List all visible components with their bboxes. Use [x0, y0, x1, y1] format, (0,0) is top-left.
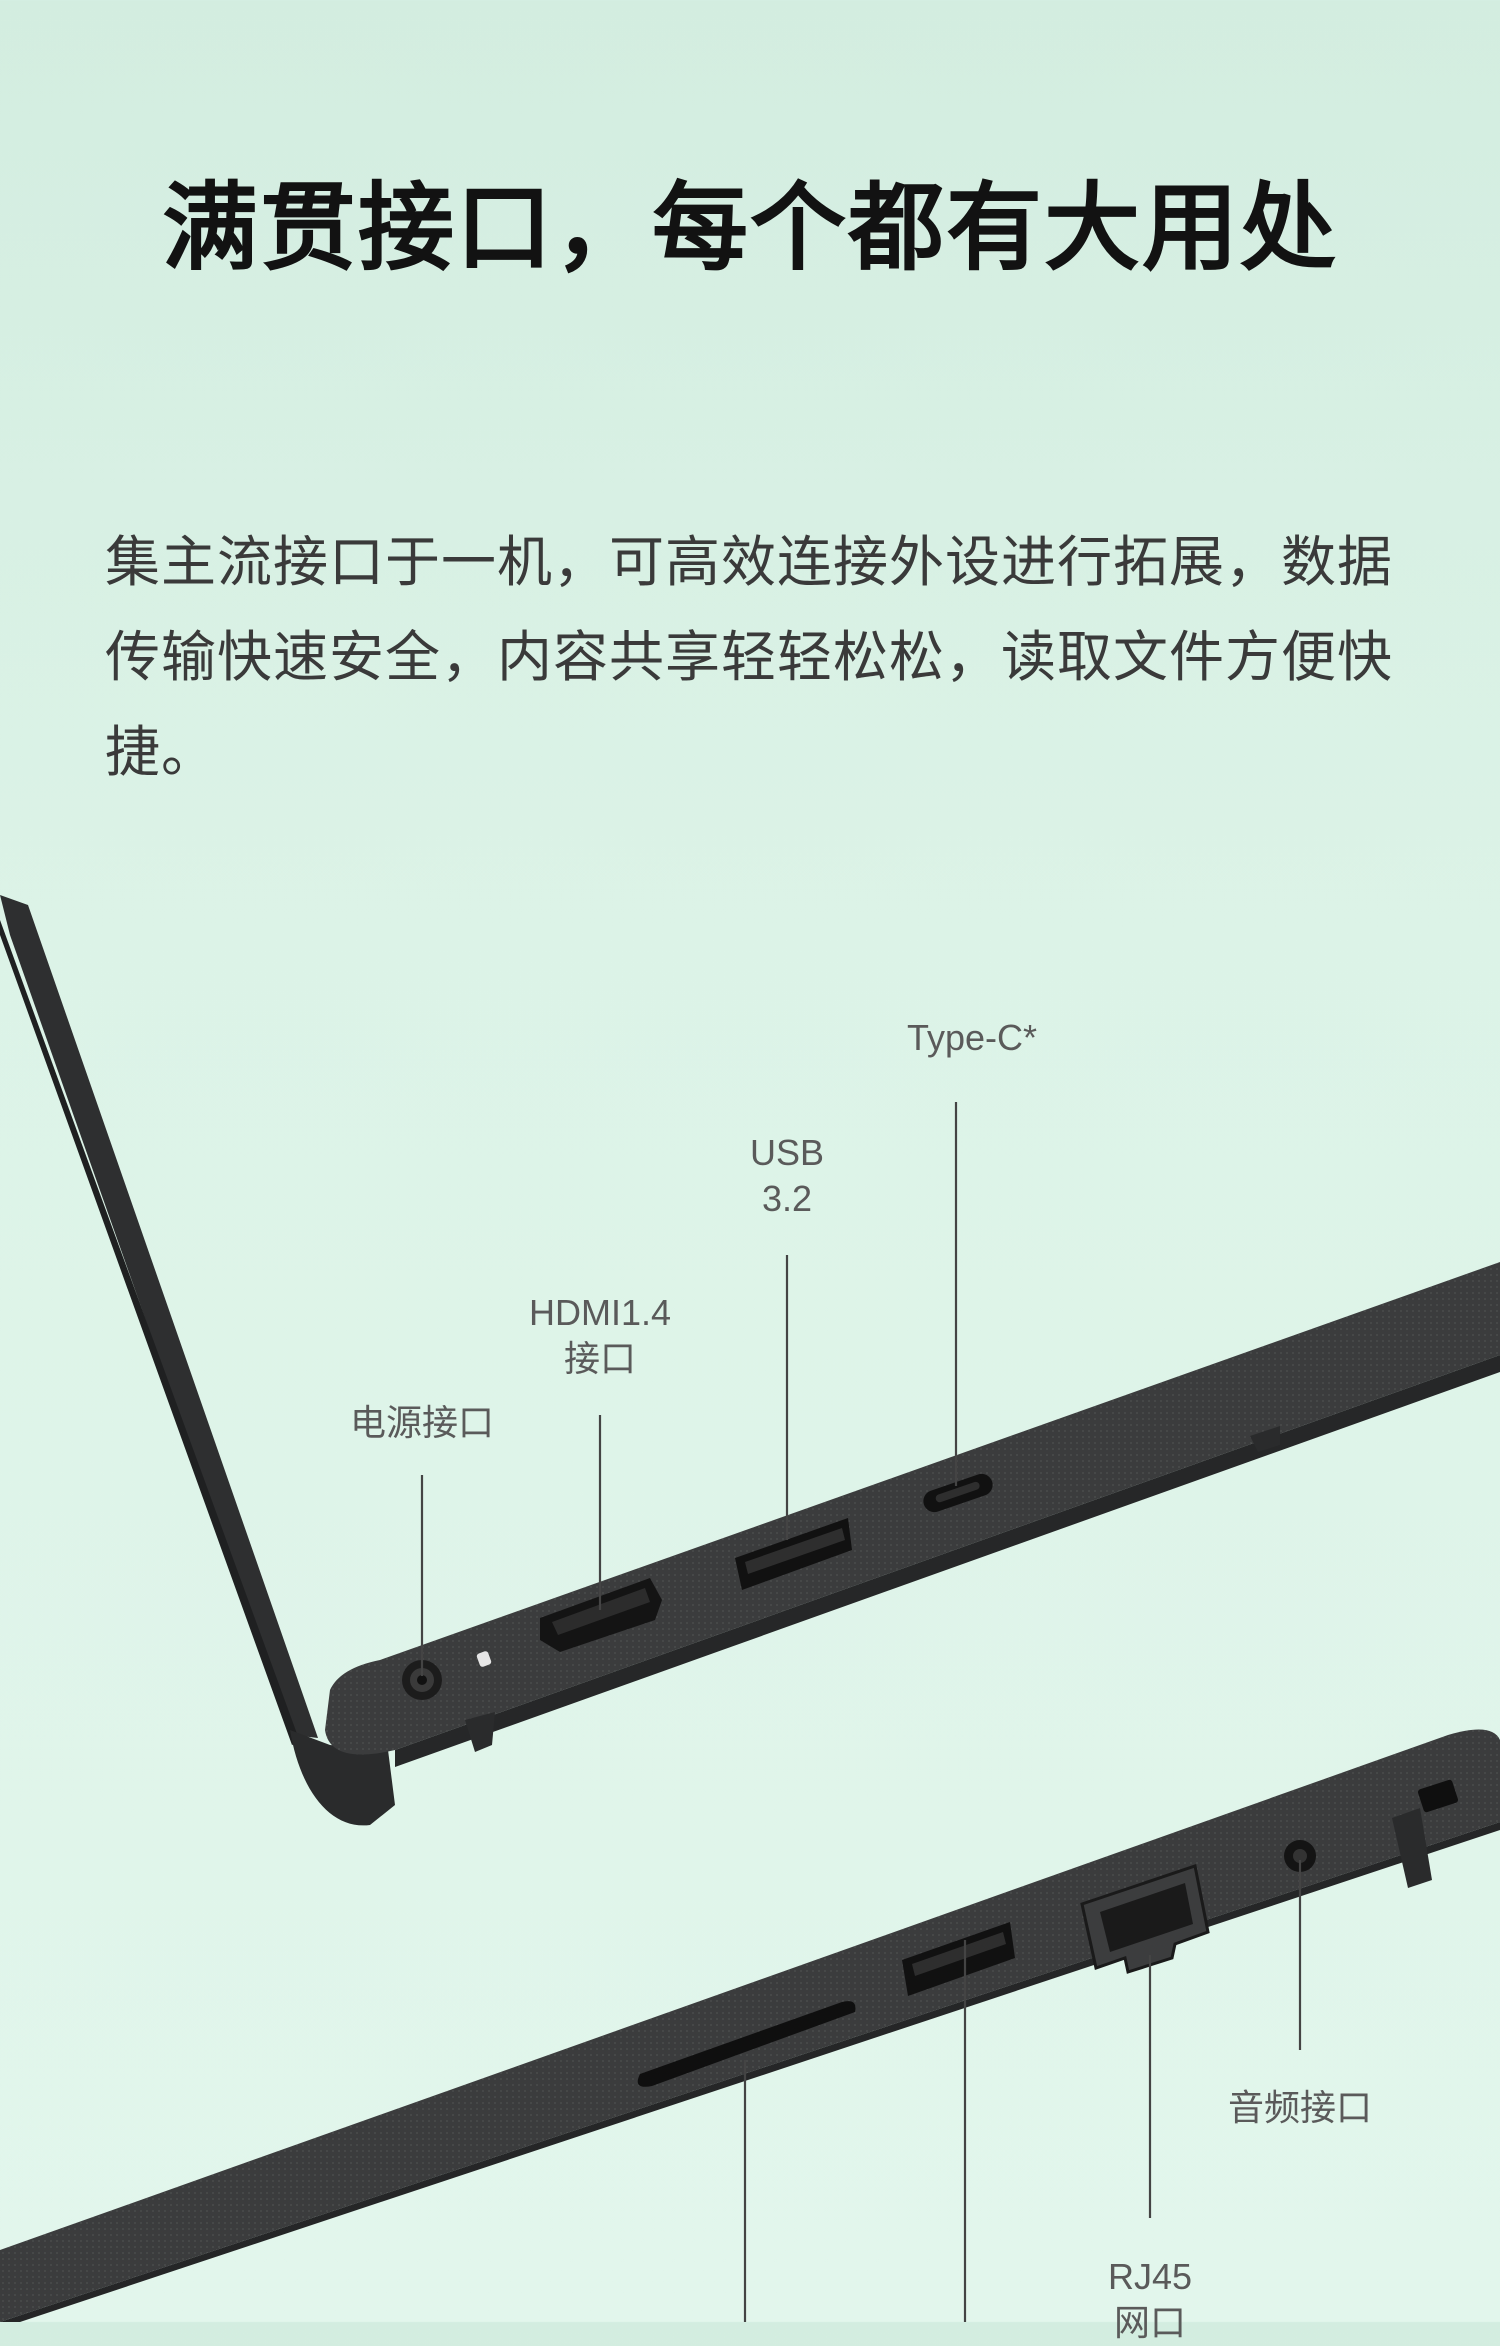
label-power-port: 电源接口	[349, 1402, 495, 1443]
laptop-base-upper	[325, 1262, 1500, 1767]
label-hdmi-port: HDMI1.4 接口	[528, 1292, 672, 1379]
label-audio-port: 音频接口	[1227, 2087, 1373, 2128]
label-rj45-port: RJ45 网口	[1107, 2256, 1193, 2343]
label-typec-port: Type-C*	[906, 1017, 1038, 1058]
label-usb32-port: USB 3.2	[749, 1132, 825, 1219]
laptop-base-lower	[0, 1729, 1500, 2322]
laptop-lid	[0, 895, 318, 1745]
